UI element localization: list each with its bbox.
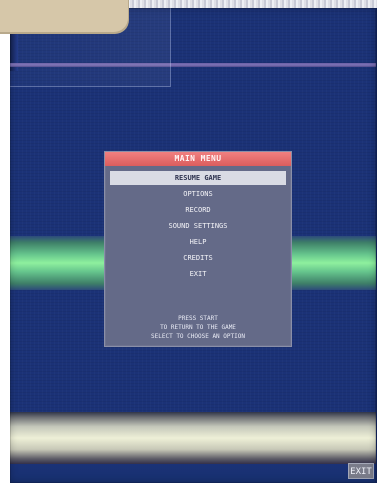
- menu-item-exit[interactable]: EXIT: [110, 267, 286, 281]
- screenshot-stage: MAIN MENU RESUME GAME OPTIONS RECORD SOU…: [0, 0, 377, 491]
- menu-header: MAIN MENU: [105, 152, 291, 166]
- main-menu-panel: MAIN MENU RESUME GAME OPTIONS RECORD SOU…: [104, 151, 292, 347]
- tan-overlay-tab: [0, 0, 128, 32]
- menu-footer: PRESS START TO RETURN TO THE GAME SELECT…: [105, 314, 291, 341]
- menu-footer-line: SELECT TO CHOOSE AN OPTION: [151, 333, 245, 340]
- game-screen: MAIN MENU RESUME GAME OPTIONS RECORD SOU…: [10, 8, 377, 483]
- bottom-blue-band: [10, 464, 376, 483]
- cream-glow-band: [10, 412, 376, 464]
- menu-list: RESUME GAME OPTIONS RECORD SOUND SETTING…: [105, 166, 291, 281]
- menu-item-record[interactable]: RECORD: [110, 203, 286, 217]
- menu-footer-line: PRESS START: [178, 315, 218, 322]
- corner-exit-button[interactable]: EXIT: [348, 463, 374, 479]
- menu-item-resume-game[interactable]: RESUME GAME: [110, 171, 286, 185]
- menu-item-options[interactable]: OPTIONS: [110, 187, 286, 201]
- menu-footer-line: TO RETURN TO THE GAME: [160, 324, 236, 331]
- top-fringe-decoration: [118, 0, 377, 8]
- menu-item-help[interactable]: HELP: [110, 235, 286, 249]
- menu-item-sound-settings[interactable]: SOUND SETTINGS: [110, 219, 286, 233]
- menu-item-credits[interactable]: CREDITS: [110, 251, 286, 265]
